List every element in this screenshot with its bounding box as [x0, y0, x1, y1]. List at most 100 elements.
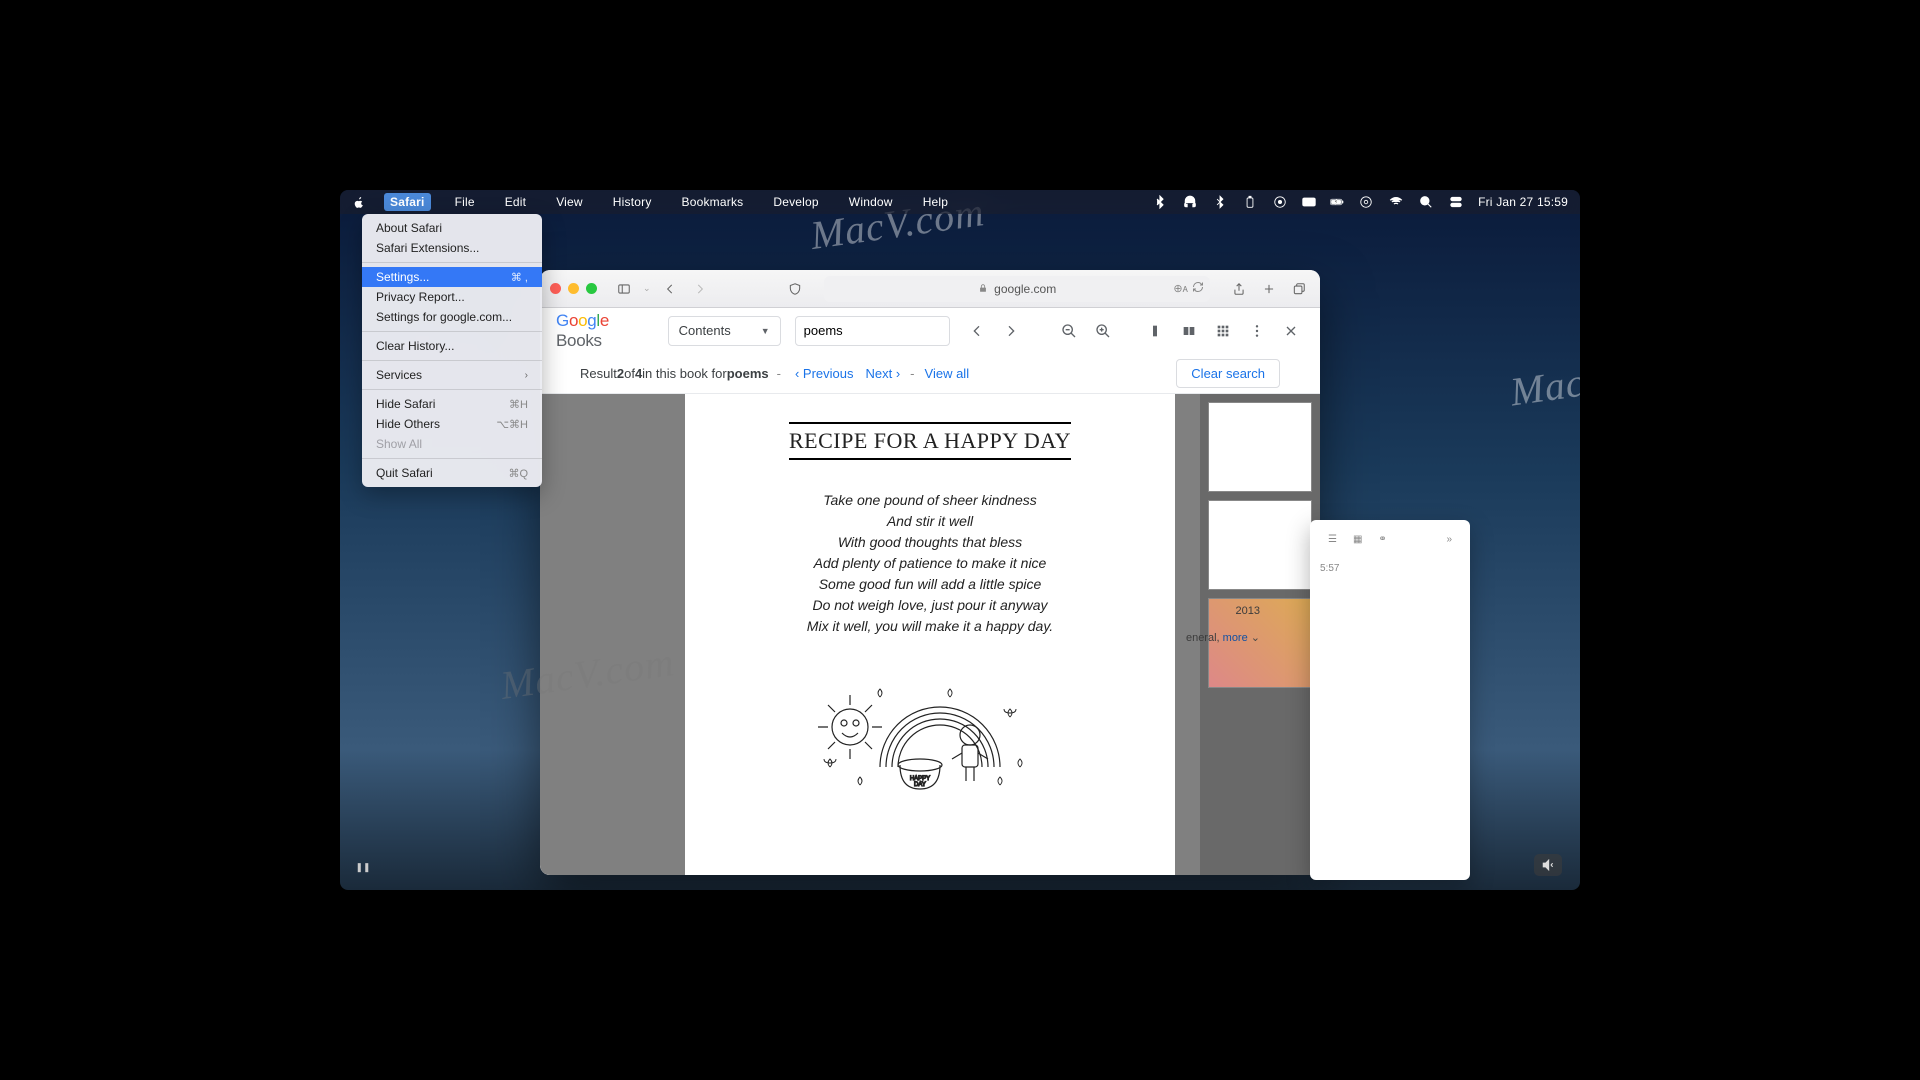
hide-safari-shortcut: ⌘H — [509, 398, 528, 411]
grid-icon[interactable]: ▦ — [1353, 534, 1362, 545]
chevron-right-icon: › — [525, 370, 528, 381]
poem-line: With good thoughts that bless — [725, 532, 1135, 553]
separator — [362, 389, 542, 390]
forward-button[interactable] — [689, 278, 711, 300]
menu-window[interactable]: Window — [843, 193, 899, 211]
separator — [362, 262, 542, 263]
menubar: Safari File Edit View History Bookmarks … — [340, 190, 1580, 214]
back-button[interactable] — [659, 278, 681, 300]
view-grid-button[interactable] — [1210, 318, 1236, 344]
safari-menu-dropdown: About Safari Safari Extensions... Settin… — [362, 214, 542, 487]
menu-show-all: Show All — [362, 434, 542, 454]
link-icon[interactable]: ⚭ — [1378, 534, 1386, 545]
books-header: Google Books Contents ▼ — [540, 308, 1320, 354]
view-double-button[interactable] — [1176, 318, 1202, 344]
poem-line: Add plenty of patience to make it nice — [725, 553, 1135, 574]
input-icon[interactable]: A — [1302, 194, 1316, 210]
sidebar-toggle-button[interactable] — [613, 278, 635, 300]
separator — [362, 360, 542, 361]
page-prev-button[interactable] — [964, 318, 990, 344]
page-thumbnail[interactable] — [1208, 500, 1312, 590]
mute-button[interactable] — [1534, 854, 1562, 876]
poem-line: Take one pound of sheer kindness — [725, 490, 1135, 511]
headphones-icon[interactable] — [1182, 194, 1198, 210]
contents-dropdown[interactable]: Contents ▼ — [668, 316, 781, 346]
poem-line: And stir it well — [725, 511, 1135, 532]
safari-toolbar: ⌄ google.com ⊕ᴀ — [540, 270, 1320, 308]
menu-hide-others[interactable]: Hide Others⌥⌘H — [362, 414, 542, 434]
google-books-logo[interactable]: Google Books — [556, 311, 654, 351]
translate-icon[interactable]: ⊕ᴀ — [1173, 282, 1188, 295]
poem-illustration: HAPPY DAY — [725, 657, 1135, 797]
url-host: google.com — [994, 282, 1056, 296]
focus-icon[interactable] — [1358, 194, 1374, 210]
menu-view[interactable]: View — [550, 193, 589, 211]
google-books-viewer: Google Books Contents ▼ — [540, 308, 1320, 875]
new-tab-button[interactable] — [1258, 278, 1280, 300]
close-viewer-button[interactable] — [1278, 318, 1304, 344]
control-center-icon[interactable] — [1448, 194, 1464, 210]
prev-result-link[interactable]: ‹ Previous — [795, 366, 854, 381]
window-zoom-button[interactable] — [586, 283, 597, 294]
hide-others-shortcut: ⌥⌘H — [496, 418, 528, 431]
reload-icon[interactable] — [1192, 281, 1204, 296]
svg-text:DAY: DAY — [914, 782, 926, 788]
clear-search-button[interactable]: Clear search — [1176, 359, 1280, 388]
menu-services[interactable]: Services› — [362, 365, 542, 385]
menu-file[interactable]: File — [449, 193, 481, 211]
search-result-bar: Result 2 of 4 in this book for poems - ‹… — [540, 354, 1320, 394]
zoom-out-button[interactable] — [1056, 318, 1082, 344]
bluetooth-icon[interactable] — [1152, 194, 1168, 210]
menu-clear-history[interactable]: Clear History... — [362, 336, 542, 356]
privacy-shield-button[interactable] — [784, 278, 806, 300]
book-search-input[interactable] — [795, 316, 950, 346]
time-label: 5:57 — [1320, 563, 1460, 574]
page-next-button[interactable] — [998, 318, 1024, 344]
caret-down-icon: ▼ — [761, 326, 770, 336]
menu-hide-safari[interactable]: Hide Safari⌘H — [362, 394, 542, 414]
year-label: 2013 — [1170, 605, 1260, 617]
quit-shortcut: ⌘Q — [508, 467, 528, 480]
page-thumbnail[interactable] — [1208, 402, 1312, 492]
share-button[interactable] — [1228, 278, 1250, 300]
menu-safari[interactable]: Safari — [384, 193, 431, 211]
menu-develop[interactable]: Develop — [767, 193, 824, 211]
bluetooth2-icon[interactable] — [1212, 194, 1228, 210]
search-field[interactable] — [804, 323, 941, 338]
menu-help[interactable]: Help — [917, 193, 954, 211]
expand-icon[interactable]: » — [1446, 534, 1452, 545]
battery-small-icon[interactable] — [1242, 194, 1258, 210]
secondary-panel: ☰ ▦ ⚭ » 5:57 — [1310, 520, 1470, 880]
pause-indicator[interactable]: ❚❚ — [354, 858, 372, 876]
view-single-button[interactable] — [1142, 318, 1168, 344]
menu-edit[interactable]: Edit — [499, 193, 532, 211]
menu-settings[interactable]: Settings...⌘ , — [362, 267, 542, 287]
datetime-label[interactable]: Fri Jan 27 15:59 — [1478, 195, 1568, 209]
battery-icon[interactable] — [1330, 194, 1344, 210]
menu-quit-safari[interactable]: Quit Safari⌘Q — [362, 463, 542, 483]
menu-about-safari[interactable]: About Safari — [362, 218, 542, 238]
menu-history[interactable]: History — [607, 193, 658, 211]
next-result-link[interactable]: Next › — [866, 366, 901, 381]
separator — [362, 331, 542, 332]
wifi-icon[interactable] — [1388, 194, 1404, 210]
menu-privacy-report[interactable]: Privacy Report... — [362, 287, 542, 307]
settings-shortcut: ⌘ , — [511, 271, 528, 284]
menu-bookmarks[interactable]: Bookmarks — [676, 193, 750, 211]
more-options-button[interactable] — [1244, 318, 1270, 344]
window-close-button[interactable] — [550, 283, 561, 294]
tabs-button[interactable] — [1288, 278, 1310, 300]
search-icon[interactable] — [1418, 194, 1434, 210]
watermark: MacV.c — [1507, 352, 1580, 416]
record-icon[interactable] — [1272, 194, 1288, 210]
apple-icon[interactable] — [352, 195, 366, 209]
list-icon[interactable]: ☰ — [1328, 534, 1337, 545]
address-bar[interactable]: google.com ⊕ᴀ — [824, 276, 1210, 302]
menu-safari-extensions[interactable]: Safari Extensions... — [362, 238, 542, 258]
view-all-link[interactable]: View all — [925, 366, 970, 381]
zoom-in-button[interactable] — [1090, 318, 1116, 344]
window-minimize-button[interactable] — [568, 283, 579, 294]
safari-window: ⌄ google.com ⊕ᴀ Google Books — [540, 270, 1320, 875]
desktop: Safari File Edit View History Bookmarks … — [340, 190, 1580, 890]
menu-site-settings[interactable]: Settings for google.com... — [362, 307, 542, 327]
